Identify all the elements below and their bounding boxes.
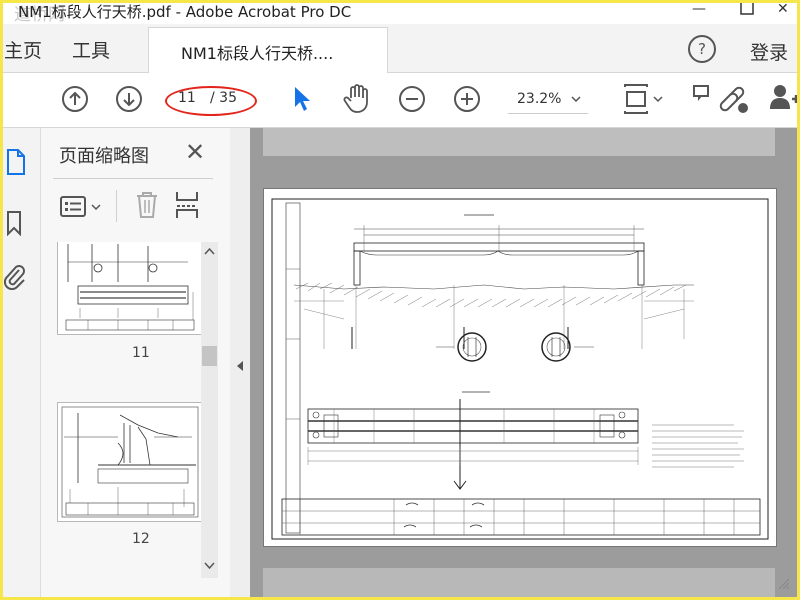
- engineering-drawing: [271, 198, 769, 540]
- document-view[interactable]: [250, 128, 800, 600]
- thumbnail-drawing: [65, 244, 195, 331]
- close-window-button[interactable]: ✕: [777, 1, 789, 17]
- left-rail: [0, 128, 41, 600]
- trash-icon: [137, 192, 157, 218]
- scrollbar-thumb[interactable]: [202, 346, 217, 366]
- bookmark-icon: [7, 211, 21, 237]
- maximize-icon: [740, 1, 754, 15]
- select-tool-button[interactable]: [291, 85, 313, 117]
- extract-page-icon: [176, 192, 198, 218]
- tab-document-label: NM1标段人行天桥....: [181, 44, 334, 63]
- thumbnail-page-12[interactable]: [57, 402, 203, 522]
- zoom-out-button[interactable]: [398, 85, 426, 117]
- previous-page-edge: [263, 128, 775, 156]
- thumbnails-scrollbar[interactable]: [201, 242, 218, 578]
- divider: [116, 190, 117, 222]
- share-link-icon: [719, 86, 748, 113]
- user-add-icon: [770, 85, 800, 109]
- paperclip-icon: [3, 265, 25, 291]
- thumbnails-panel: 页面缩略图 ✕ 11 12: [41, 128, 230, 600]
- panel-title: 页面缩略图: [59, 146, 149, 167]
- tab-tools[interactable]: 工具: [72, 36, 110, 63]
- zoom-in-icon: [454, 86, 480, 112]
- extract-page-button[interactable]: [174, 190, 200, 224]
- thumbnail-drawing: [61, 406, 199, 518]
- list-options-icon: [60, 196, 101, 217]
- delete-page-button[interactable]: [135, 191, 159, 223]
- fit-page-icon: [624, 84, 663, 114]
- comment-icon: [693, 85, 709, 101]
- panel-collapse-handle[interactable]: [230, 128, 250, 600]
- panel-close-button[interactable]: ✕: [185, 138, 205, 166]
- attachments-rail-button[interactable]: [3, 262, 27, 294]
- zoom-out-icon: [399, 86, 425, 112]
- help-button[interactable]: ?: [688, 35, 716, 63]
- hand-tool-icon: [343, 84, 368, 113]
- title-bar: 道桥网 NM1标段人行天桥.pdf - Adobe Acrobat Pro DC…: [0, 0, 800, 25]
- zoom-in-button[interactable]: [453, 85, 481, 117]
- tab-document[interactable]: NM1标段人行天桥....: [148, 27, 388, 73]
- window-title: NM1标段人行天桥.pdf - Adobe Acrobat Pro DC: [18, 3, 352, 21]
- thumbnail-page-11[interactable]: [57, 242, 203, 335]
- scroll-down-icon: [204, 562, 215, 570]
- select-cursor-icon: [295, 87, 310, 111]
- prev-page-button[interactable]: [61, 85, 89, 117]
- thumbnail-options-button[interactable]: [59, 194, 105, 224]
- login-button[interactable]: 登录: [750, 38, 788, 65]
- bookmarks-rail-button[interactable]: [5, 210, 25, 240]
- page-thumbnails-icon: [7, 149, 25, 175]
- prev-page-icon: [62, 86, 88, 112]
- thumbnail-label: 11: [132, 345, 150, 361]
- scroll-up-icon: [204, 247, 215, 255]
- tab-home[interactable]: 主页: [4, 36, 42, 63]
- next-page-edge: [263, 568, 775, 600]
- zoom-value: 23.2%: [517, 91, 562, 107]
- pdf-page[interactable]: [263, 188, 777, 547]
- share-link-button[interactable]: [716, 83, 750, 119]
- minimize-button[interactable]: —: [692, 1, 706, 17]
- red-annotation-oval: [165, 86, 257, 116]
- next-page-icon: [116, 86, 142, 112]
- hand-tool-button[interactable]: [343, 84, 371, 118]
- user-add-button[interactable]: [770, 83, 800, 119]
- chevron-down-icon: [571, 96, 581, 102]
- tab-bar: 主页 工具 NM1标段人行天桥.... ? 登录: [0, 24, 800, 73]
- thumbnail-label: 12: [132, 531, 150, 547]
- maximize-button[interactable]: [740, 1, 754, 19]
- toolbar: 11 / 35 23.2%: [0, 73, 800, 128]
- resize-grip-icon[interactable]: [776, 576, 790, 590]
- fit-page-button[interactable]: [622, 83, 666, 119]
- page-thumbnails-rail-button[interactable]: [5, 148, 27, 180]
- collapse-arrow-icon: [237, 361, 243, 371]
- comment-button[interactable]: [692, 83, 712, 117]
- zoom-select[interactable]: 23.2%: [508, 83, 588, 114]
- next-page-button[interactable]: [115, 85, 143, 117]
- divider: [53, 178, 213, 179]
